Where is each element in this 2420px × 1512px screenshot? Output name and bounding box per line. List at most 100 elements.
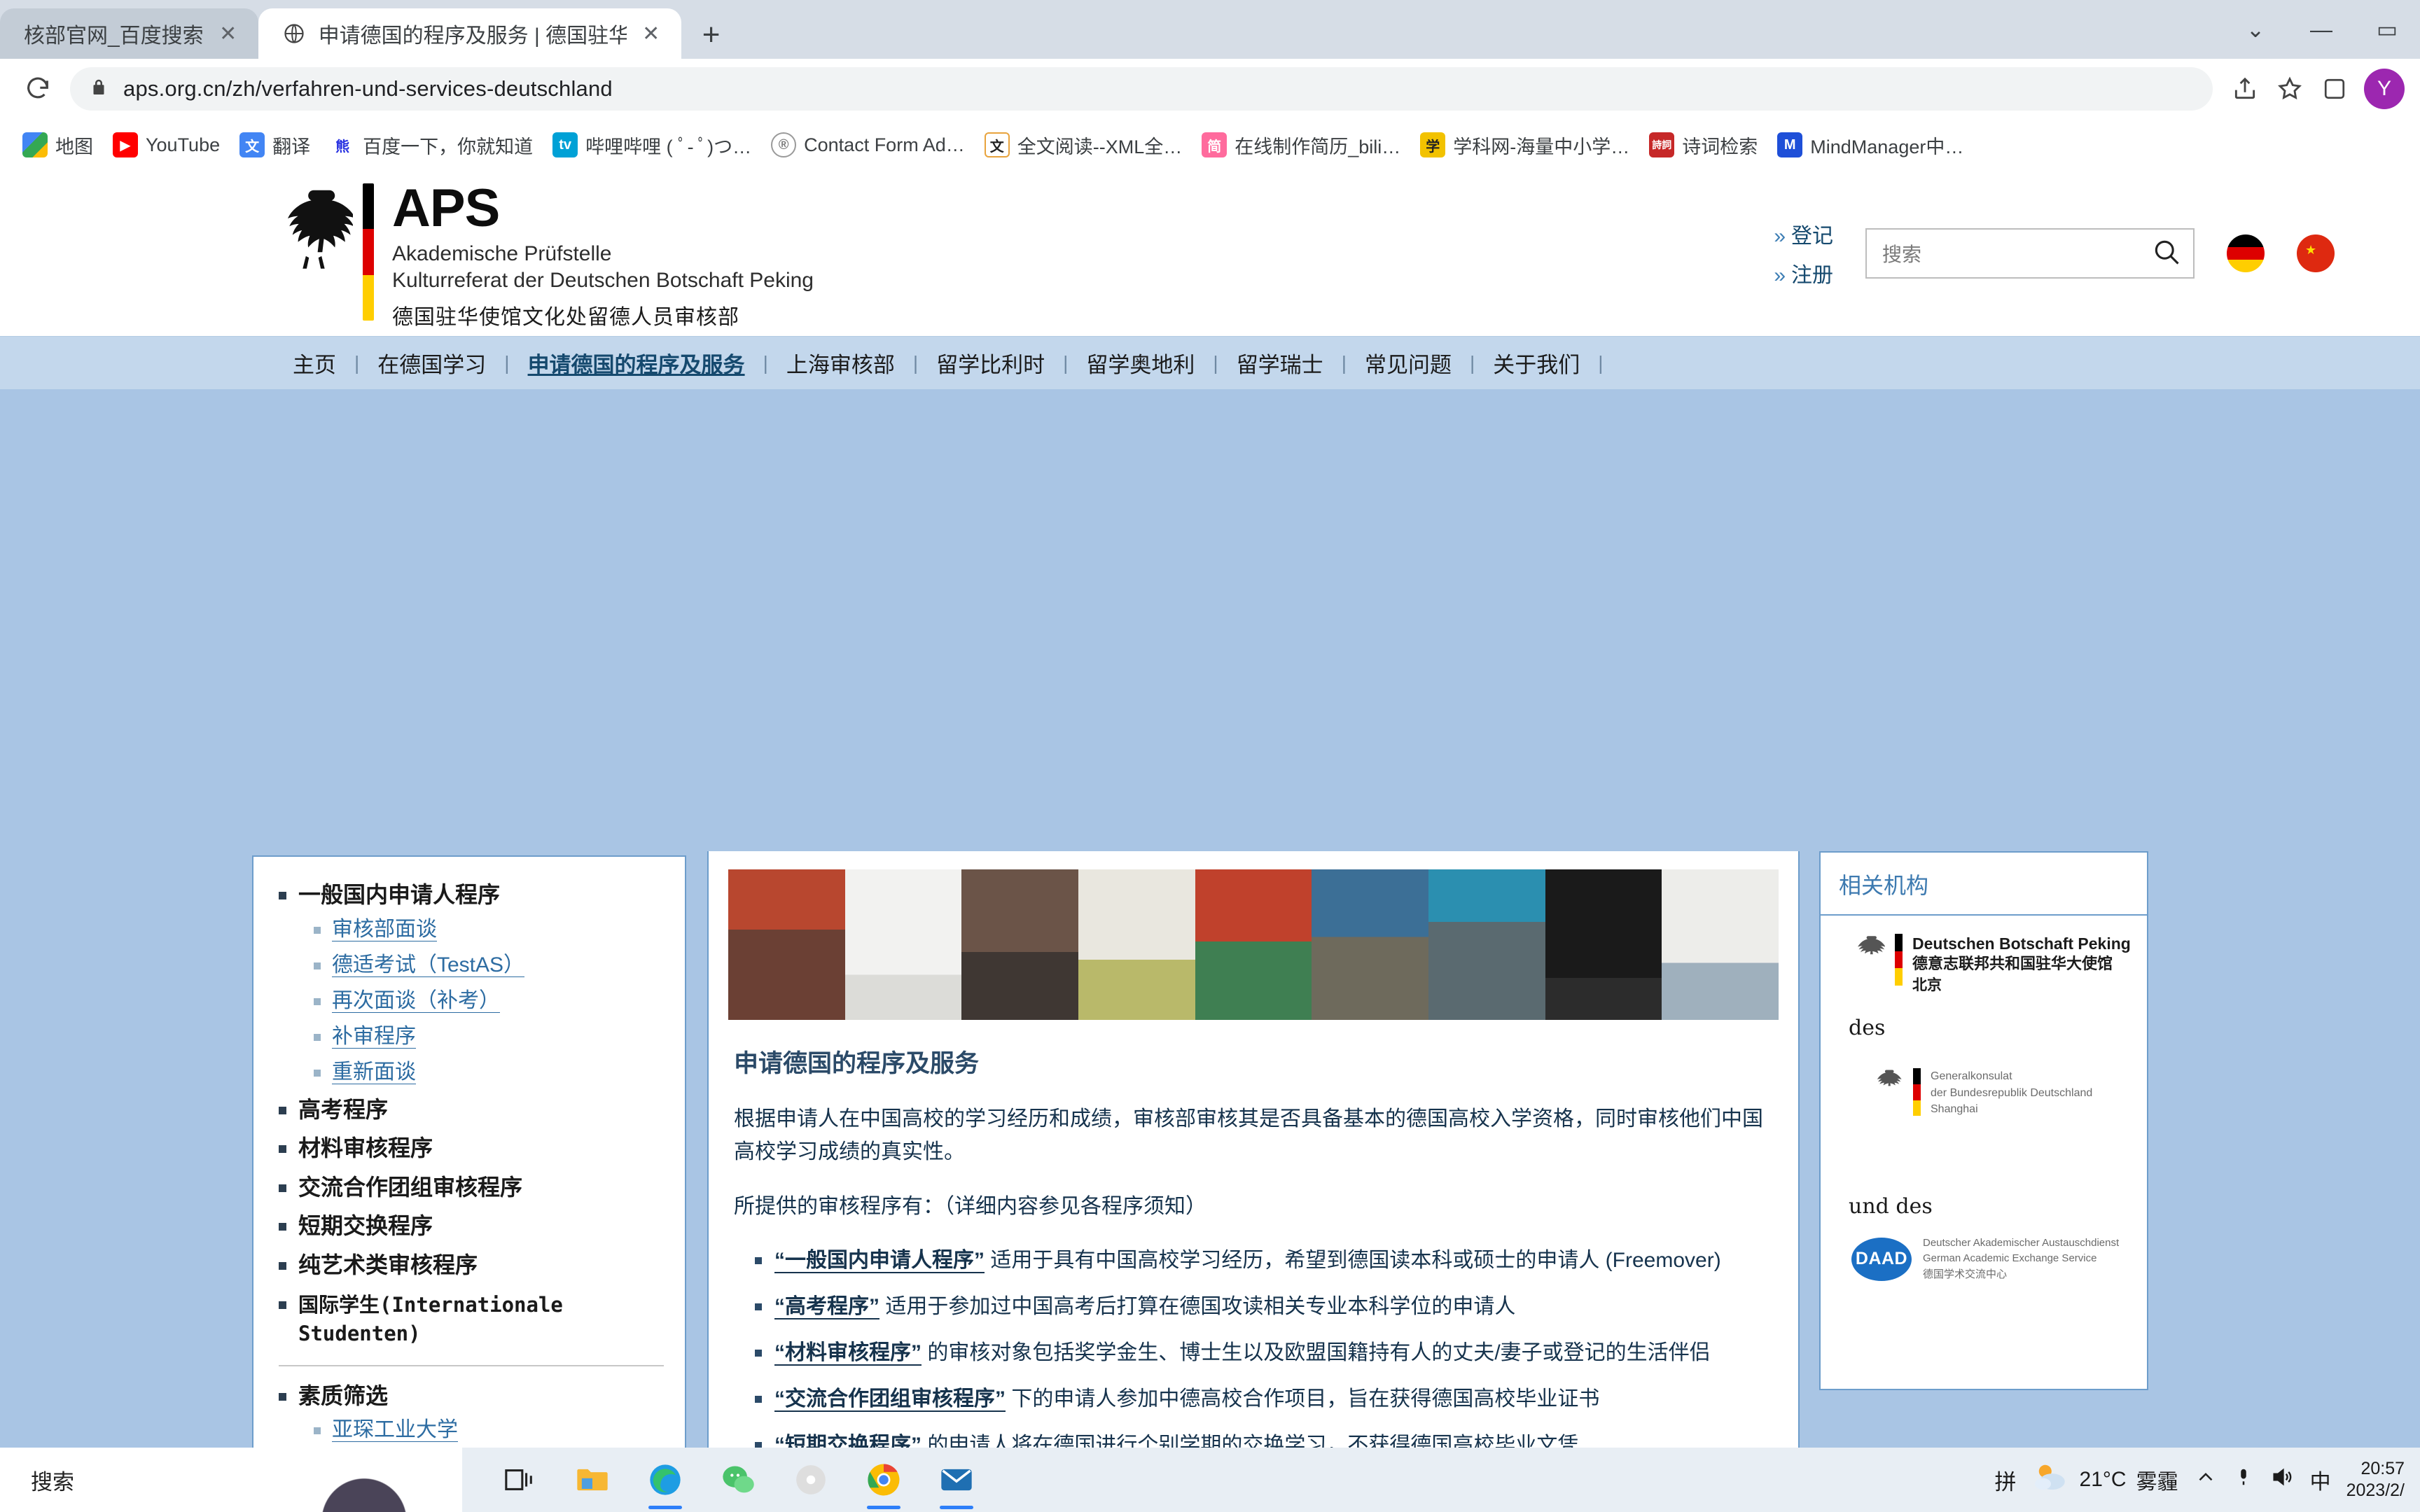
address-bar[interactable]: aps.org.cn/zh/verfahren-und-services-deu…	[70, 67, 2213, 111]
ime-language[interactable]: 中	[2310, 1464, 2331, 1495]
daad-line-1: Deutscher Akademischer Austauschdienst	[1923, 1236, 2120, 1249]
close-icon[interactable]: ✕	[639, 22, 663, 46]
nav-item-belgium[interactable]: 留学比利时	[918, 347, 1063, 379]
tab-baidu-search[interactable]: 核部官网_百度搜索 ✕	[0, 8, 258, 59]
browser-window: 核部官网_百度搜索 ✕ 申请德国的程序及服务 | 德国驻华 ✕ + ⌄ — ▭ …	[0, 0, 2420, 1512]
sidebar-item-quality-screening[interactable]: 素质筛选 亚琛工业大学	[274, 1382, 664, 1444]
search-icon[interactable]	[2151, 237, 2182, 271]
nav-item-austria[interactable]: 留学奥地利	[1068, 347, 1213, 379]
list-item: “交流合作团组审核程序” 下的申请人参加中德高校合作项目，旨在获得德国高校毕业证…	[752, 1385, 1774, 1414]
disc-icon[interactable]	[774, 1448, 847, 1512]
org-line-2: der Bundesrepublik Deutschland	[1931, 1086, 2093, 1099]
mindmanager-icon: M	[1777, 132, 1803, 158]
german-flag-icon[interactable]	[2227, 234, 2265, 272]
baidu-icon: 熊	[330, 132, 356, 158]
sidebar-subitem-interview[interactable]: 审核部面谈	[311, 916, 664, 943]
maps-icon	[22, 132, 48, 158]
edge-browser-icon[interactable]	[629, 1448, 702, 1512]
login-link[interactable]: » 登记	[1774, 218, 1833, 249]
chevron-up-icon[interactable]	[2194, 1465, 2218, 1494]
related-institutions-panel: 相关机构 Deutschen Botschaft Peking 德意志联邦共和国…	[1819, 851, 2148, 1390]
clock-date: 2023/2/	[2346, 1480, 2405, 1500]
nav-item-about-us[interactable]: 关于我们	[1475, 347, 1598, 379]
org-daad[interactable]: DAAD Deutscher Akademischer Austauschdie…	[1821, 1219, 2147, 1283]
german-eagle-icon	[1877, 1070, 1902, 1086]
nav-item-switzerland[interactable]: 留学瑞士	[1218, 347, 1342, 379]
nav-item-study-in-germany[interactable]: 在德国学习	[359, 347, 504, 379]
sidebar-item-fine-arts[interactable]: 纯艺术类审核程序	[274, 1251, 664, 1280]
org-embassy-peking[interactable]: Deutschen Botschaft Peking 德意志联邦共和国驻华大使馆…	[1821, 916, 2147, 995]
link-document-review[interactable]: “材料审核程序”	[774, 1340, 922, 1366]
list-item: “材料审核程序” 的审核对象包括奖学金生、博士生以及欧盟国籍持有人的丈夫/妻子或…	[752, 1338, 1774, 1368]
bookmark-maps[interactable]: 地图	[13, 132, 103, 159]
sidebar-item-short-exchange[interactable]: 短期交换程序	[274, 1212, 664, 1241]
sidebar-item-document-review[interactable]: 材料审核程序	[274, 1134, 664, 1163]
list-item-text: 的审核对象包括奖学金生、博士生以及欧盟国籍持有人的丈夫/妻子或登记的生活伴侣	[922, 1340, 1711, 1364]
bookmark-poem-search[interactable]: 詩詞 诗词检索	[1639, 132, 1767, 159]
bookmark-bilibili[interactable]: tv 哔哩哔哩 ( ﾟ- ﾟ)つ…	[543, 132, 761, 159]
bookmark-translate[interactable]: 文 翻译	[230, 132, 320, 159]
translate-icon: 文	[239, 132, 265, 158]
sidebar-item-international-students[interactable]: 国际学生(Internationale Studenten)	[274, 1290, 664, 1348]
link-general-domestic[interactable]: “一般国内申请人程序”	[774, 1248, 985, 1273]
bookmark-contact-form[interactable]: ® Contact Form Ad…	[761, 132, 975, 158]
bookmark-resume[interactable]: 简 在线制作简历_bili…	[1192, 132, 1410, 159]
new-tab-button[interactable]: +	[702, 20, 721, 50]
sidebar-item-general-domestic[interactable]: 一般国内申请人程序 审核部面谈 德适考试（TestAS） 再次面谈（补考） 补审…	[274, 881, 664, 1086]
speaker-icon[interactable]	[2269, 1465, 2295, 1494]
tab-aps-site[interactable]: 申请德国的程序及服务 | 德国驻华 ✕	[258, 8, 681, 59]
task-view-icon[interactable]	[483, 1448, 556, 1512]
chevron-right-icon: »	[1774, 225, 1786, 248]
sidebar-nav-panel: 一般国内申请人程序 审核部面谈 德适考试（TestAS） 再次面谈（补考） 补审…	[252, 855, 686, 1512]
sidebar-subitem-reinterview[interactable]: 再次面谈（补考）	[311, 987, 664, 1014]
nav-item-shanghai[interactable]: 上海审核部	[768, 347, 913, 379]
nav-item-home[interactable]: 主页	[274, 347, 354, 379]
ime-badge[interactable]: 拼	[1995, 1464, 2017, 1496]
chinese-flag-icon[interactable]: ★	[2297, 234, 2335, 272]
puzzle-icon[interactable]	[2312, 66, 2357, 111]
microphone-icon[interactable]	[2233, 1465, 2254, 1494]
bookmark-mindmanager[interactable]: M MindManager中…	[1767, 132, 1973, 159]
search-input[interactable]: 搜索	[1865, 228, 2195, 279]
sidebar-subitem-testas[interactable]: 德适考试（TestAS）	[311, 951, 664, 979]
daad-line-2: German Academic Exchange Service	[1923, 1252, 2097, 1265]
reload-icon[interactable]	[15, 66, 60, 111]
bookmark-xkw[interactable]: 学 学科网-海量中小学…	[1410, 132, 1639, 159]
resume-icon: 简	[1202, 132, 1228, 158]
sidebar-item-gaokao[interactable]: 高考程序	[274, 1096, 664, 1125]
bookmark-youtube[interactable]: ▶ YouTube	[103, 132, 230, 158]
sidebar-item-exchange-group[interactable]: 交流合作团组审核程序	[274, 1173, 664, 1203]
weather-widget[interactable]: 21°C 雾霾	[2032, 1461, 2178, 1499]
site-logo[interactable]: APS Akademische Prüfstelle Kulturreferat…	[274, 181, 814, 330]
nav-item-faq[interactable]: 常见问题	[1347, 347, 1470, 379]
chevron-down-icon[interactable]: ⌄	[2223, 0, 2288, 59]
nav-item-procedures-services[interactable]: 申请德国的程序及服务	[510, 347, 763, 379]
bookmark-baidu[interactable]: 熊 百度一下，你就知道	[320, 132, 543, 159]
mountain-image	[280, 1467, 448, 1512]
share-icon[interactable]	[2223, 66, 2267, 111]
maximize-button[interactable]: ▭	[2354, 0, 2420, 59]
taskbar-clock[interactable]: 20:57 2023/2/	[2346, 1458, 2405, 1502]
foxmail-icon[interactable]	[920, 1448, 993, 1512]
sidebar-subitem-reexam[interactable]: 重新面谈	[311, 1058, 664, 1086]
close-icon[interactable]: ✕	[216, 22, 240, 46]
sidebar-subitem-rwth-aachen[interactable]: 亚琛工业大学	[311, 1416, 664, 1443]
xml-icon: 文	[984, 132, 1010, 158]
link-gaokao[interactable]: “高考程序”	[774, 1294, 879, 1320]
list-item-text: 适用于具有中国高校学习经历，希望到德国读本科或硕士的申请人 (Freemover…	[985, 1248, 1721, 1272]
link-exchange-group[interactable]: “交流合作团组审核程序”	[774, 1387, 1006, 1412]
sidebar-subitem-supplementary[interactable]: 补审程序	[311, 1023, 664, 1050]
conjunction-des: des	[1849, 1016, 1886, 1041]
bookmark-label: 全文阅读--XML全…	[1017, 136, 1183, 158]
register-link[interactable]: » 注册	[1774, 258, 1833, 288]
wechat-icon[interactable]	[702, 1448, 774, 1512]
star-icon[interactable]	[2267, 66, 2312, 111]
bookmark-xml-reader[interactable]: 文 全文阅读--XML全…	[975, 132, 1192, 159]
taskbar-search[interactable]: 搜索	[0, 1448, 462, 1512]
minimize-button[interactable]: —	[2288, 0, 2354, 59]
file-explorer-icon[interactable]	[556, 1448, 629, 1512]
logo-line-4: 德国驻华使馆文化处留德人员审核部	[392, 306, 739, 330]
avatar[interactable]: Y	[2364, 69, 2405, 109]
chrome-browser-icon[interactable]	[847, 1448, 920, 1512]
org-consulate-shanghai[interactable]: Generalkonsulat der Bundesrepublik Deuts…	[1821, 1040, 2147, 1117]
